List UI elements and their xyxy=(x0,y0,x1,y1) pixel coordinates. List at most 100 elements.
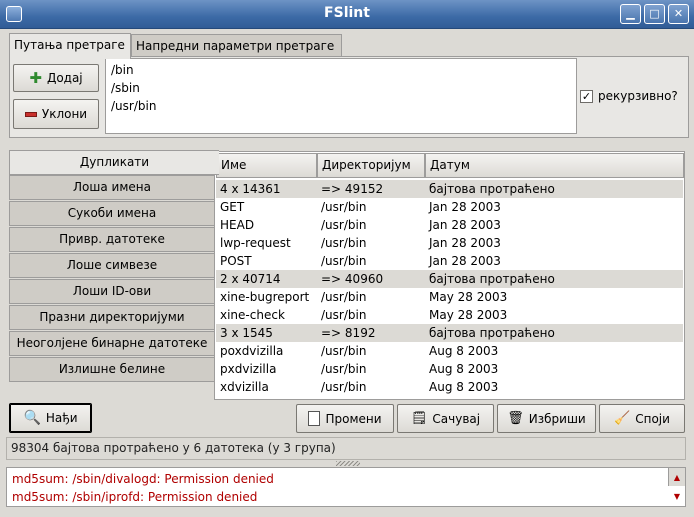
broom-icon: 🧹 xyxy=(614,411,631,426)
rename-label: Промени xyxy=(325,411,382,426)
side-tab-bad-symlinks[interactable]: Лоше симвезе xyxy=(9,253,215,278)
save-label: Сачувај xyxy=(432,411,481,426)
cell-date: бајтова протраћено xyxy=(429,272,555,286)
duplicate-group-row[interactable]: 4 x 14361 => 49152 бајтова протраћено xyxy=(216,180,683,198)
add-path-button[interactable]: ✚ Додај xyxy=(13,64,99,92)
find-button[interactable]: 🔍 Нађи xyxy=(9,403,92,433)
side-tab-redundant-whitespace[interactable]: Излишне белине xyxy=(9,357,215,382)
remove-path-button[interactable]: Уклони xyxy=(13,99,99,129)
cell-name: HEAD xyxy=(220,218,255,232)
table-row[interactable]: HEAD/usr/bin Jan 28 2003 xyxy=(216,216,683,234)
add-path-label: Додај xyxy=(46,71,83,85)
cell-directory: /usr/bin xyxy=(321,218,367,232)
table-row[interactable]: xine-check/usr/bin May 28 2003 xyxy=(216,306,683,324)
column-header-directory[interactable]: Директоријум xyxy=(317,153,425,178)
cell-date: бајтова протраћено xyxy=(429,326,555,340)
table-row[interactable]: pxdvizilla/usr/bin Aug 8 2003 xyxy=(216,360,683,378)
table-row[interactable]: POST/usr/bin Jan 28 2003 xyxy=(216,252,683,270)
cell-date: May 28 2003 xyxy=(429,308,508,322)
cell-name: xine-check xyxy=(220,308,285,322)
recursive-label: рекурзивно? xyxy=(598,89,678,103)
merge-button[interactable]: 🧹 Споји xyxy=(599,404,685,433)
cell-directory: /usr/bin xyxy=(321,290,367,304)
table-header: Име Директоријум Датум xyxy=(216,153,684,178)
minimize-button[interactable]: ▁ xyxy=(620,4,641,24)
side-tab-unstripped-binaries[interactable]: Неоголјене бинарне датотеке xyxy=(9,331,215,356)
cell-date: Jan 28 2003 xyxy=(429,236,501,250)
cell-directory: /usr/bin xyxy=(321,344,367,358)
delete-button[interactable]: 🗑 Избриши xyxy=(497,404,596,433)
side-tab-name-clashes[interactable]: Сукоби имена xyxy=(9,201,215,226)
rename-button[interactable]: Промени xyxy=(296,404,394,433)
cell-directory: /usr/bin xyxy=(321,362,367,376)
column-header-date[interactable]: Датум xyxy=(425,153,684,178)
cell-directory: => 49152 xyxy=(321,182,384,196)
cell-date: Jan 28 2003 xyxy=(429,200,501,214)
cell-name: 4 x 14361 xyxy=(220,182,281,196)
side-tab-bad-ids[interactable]: Лоши ID-ови xyxy=(9,279,215,304)
results-table[interactable]: Име Директоријум Датум 4 x 14361 => 49152… xyxy=(214,151,685,400)
cell-date: Aug 8 2003 xyxy=(429,344,499,358)
table-row[interactable]: xine-bugreport/usr/bin May 28 2003 xyxy=(216,288,683,306)
save-icon: 🗒 xyxy=(410,411,428,426)
cell-name: 2 x 40714 xyxy=(220,272,281,286)
scroll-up-icon[interactable]: ▲ xyxy=(669,468,685,487)
cell-directory: /usr/bin xyxy=(321,308,367,322)
save-button[interactable]: 🗒 Сачувај xyxy=(397,404,494,433)
error-log[interactable]: md5sum: /sbin/divalogd: Permission denie… xyxy=(6,467,686,507)
side-tab-temp-files[interactable]: Привр. датотеке xyxy=(9,227,215,252)
minus-icon xyxy=(24,111,37,117)
table-row[interactable]: xdvizilla/usr/bin Aug 8 2003 xyxy=(216,378,683,396)
log-scrollbar[interactable]: ▲ ▼ xyxy=(668,468,685,501)
trash-icon: 🗑 xyxy=(507,411,524,426)
delete-label: Избриши xyxy=(528,411,586,426)
log-line: md5sum: /sbin/iprofd: Permission denied xyxy=(12,490,258,504)
status-bar: 98304 бајтова протраћено у 6 датотека (у… xyxy=(6,437,686,460)
document-icon xyxy=(308,411,321,426)
merge-label: Споји xyxy=(635,411,670,426)
cell-name: poxdvizilla xyxy=(220,344,284,358)
duplicate-group-row[interactable]: 2 x 40714 => 40960 бајтова протраћено xyxy=(216,270,683,288)
cell-directory: /usr/bin xyxy=(321,236,367,250)
cell-name: pxdvizilla xyxy=(220,362,277,376)
table-row[interactable]: lwp-request/usr/bin Jan 28 2003 xyxy=(216,234,683,252)
path-item[interactable]: /sbin xyxy=(111,79,571,97)
side-tab-empty-dirs[interactable]: Празни директоријуми xyxy=(9,305,215,330)
maximize-button[interactable]: □ xyxy=(644,4,665,24)
search-path-list[interactable]: /bin /sbin /usr/bin xyxy=(105,58,577,134)
cell-date: Aug 8 2003 xyxy=(429,380,499,394)
table-row[interactable]: GET/usr/bin Jan 28 2003 xyxy=(216,198,683,216)
scroll-down-icon[interactable]: ▼ xyxy=(669,487,685,506)
pane-resize-handle[interactable] xyxy=(336,461,360,466)
side-tab-duplicates[interactable]: Дупликати xyxy=(9,150,219,175)
cell-directory: => 40960 xyxy=(321,272,384,286)
cell-date: бајтова протраћено xyxy=(429,182,555,196)
cell-date: May 28 2003 xyxy=(429,290,508,304)
cell-name: xdvizilla xyxy=(220,380,269,394)
magnifier-icon: 🔍 xyxy=(23,410,41,426)
plus-icon: ✚ xyxy=(29,69,42,87)
log-line: md5sum: /sbin/divalogd: Permission denie… xyxy=(12,472,274,486)
cell-directory: /usr/bin xyxy=(321,200,367,214)
duplicate-group-row[interactable]: 3 x 1545 => 8192 бајтова протраћено xyxy=(216,324,683,342)
cell-name: POST xyxy=(220,254,252,268)
find-label: Нађи xyxy=(45,411,78,425)
recursive-checkbox[interactable]: ✓ xyxy=(580,90,593,103)
table-row[interactable]: poxdvizilla/usr/bin Aug 8 2003 xyxy=(216,342,683,360)
cell-date: Aug 8 2003 xyxy=(429,362,499,376)
close-button[interactable]: ✕ xyxy=(668,4,689,24)
cell-name: lwp-request xyxy=(220,236,291,250)
side-tab-bad-names[interactable]: Лоша имена xyxy=(9,175,215,200)
table-body: 4 x 14361 => 49152 бајтова протраћено GET/u… xyxy=(216,180,683,396)
cell-date: Jan 28 2003 xyxy=(429,254,501,268)
title-bar[interactable]: FSlint ▁ □ ✕ xyxy=(0,0,694,29)
cell-date: Jan 28 2003 xyxy=(429,218,501,232)
tab-search-path[interactable]: Путања претраге xyxy=(9,33,131,59)
path-item[interactable]: /usr/bin xyxy=(111,97,571,115)
path-item[interactable]: /bin xyxy=(111,61,571,79)
column-header-name[interactable]: Име xyxy=(216,153,317,178)
tab-advanced-search[interactable]: Напредни параметри претраге xyxy=(131,34,342,58)
cell-directory: /usr/bin xyxy=(321,254,367,268)
cell-directory: /usr/bin xyxy=(321,380,367,394)
cell-directory: => 8192 xyxy=(321,326,376,340)
